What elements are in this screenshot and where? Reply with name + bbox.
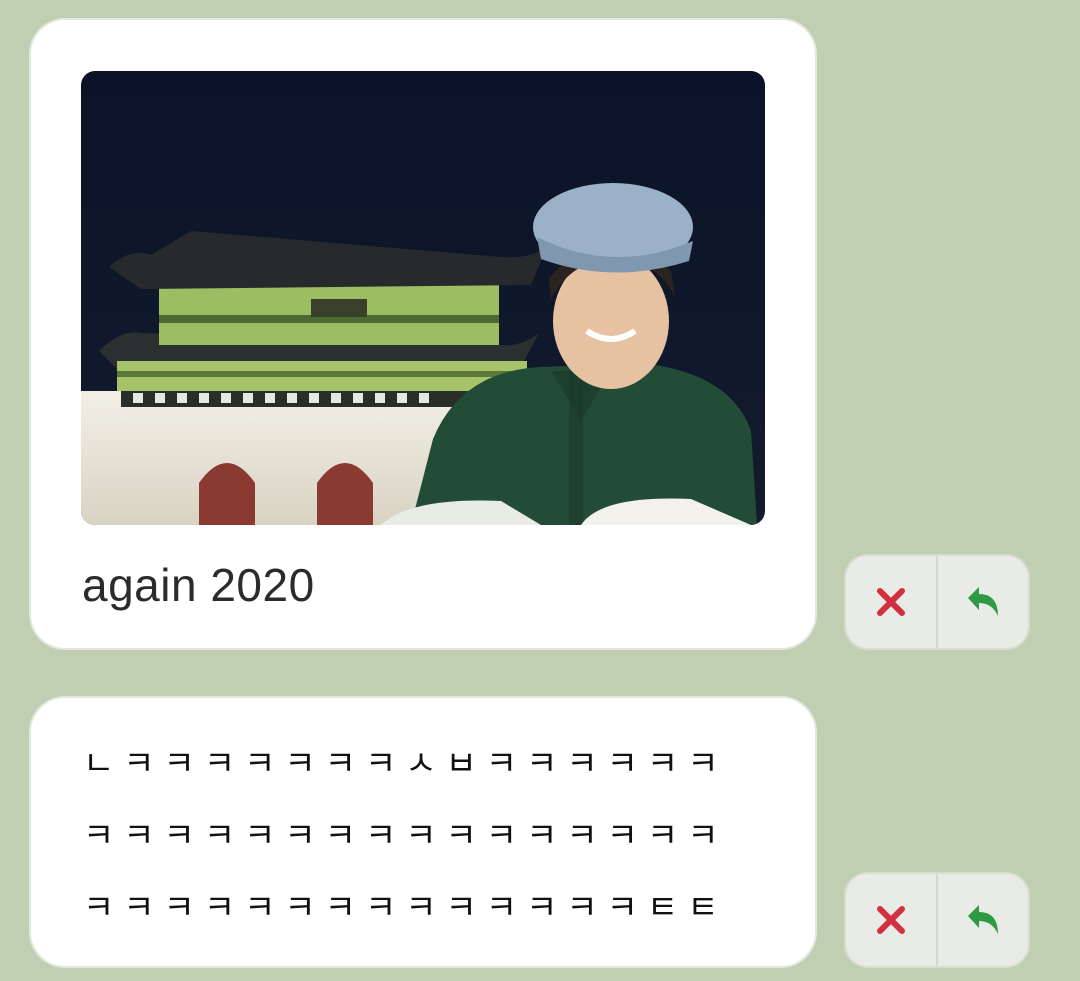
reply-button[interactable] (936, 874, 1028, 966)
message-bubble-text[interactable]: ㄴㅋㅋㅋㅋㅋㅋㅋㅅㅂㅋㅋㅋㅋㅋㅋ ㅋㅋㅋㅋㅋㅋㅋㅋㅋㅋㅋㅋㅋㅋㅋㅋ ㅋㅋㅋㅋㅋㅋ… (31, 698, 815, 966)
delete-button[interactable] (846, 874, 936, 966)
reply-button[interactable] (936, 556, 1028, 648)
message-text: ㄴㅋㅋㅋㅋㅋㅋㅋㅅㅂㅋㅋㅋㅋㅋㅋ ㅋㅋㅋㅋㅋㅋㅋㅋㅋㅋㅋㅋㅋㅋㅋㅋ ㅋㅋㅋㅋㅋㅋ… (83, 744, 728, 928)
message-bubble-photo[interactable]: again 2020 (31, 20, 815, 648)
message-photo[interactable] (81, 71, 765, 525)
delete-button[interactable] (846, 556, 936, 648)
reply-arrow-icon (968, 905, 998, 934)
message-caption: again 2020 (82, 559, 315, 611)
message-actions (846, 556, 1028, 648)
reply-arrow-icon (968, 587, 998, 616)
close-icon (877, 906, 905, 934)
close-icon (877, 588, 905, 616)
message-actions (846, 874, 1028, 966)
